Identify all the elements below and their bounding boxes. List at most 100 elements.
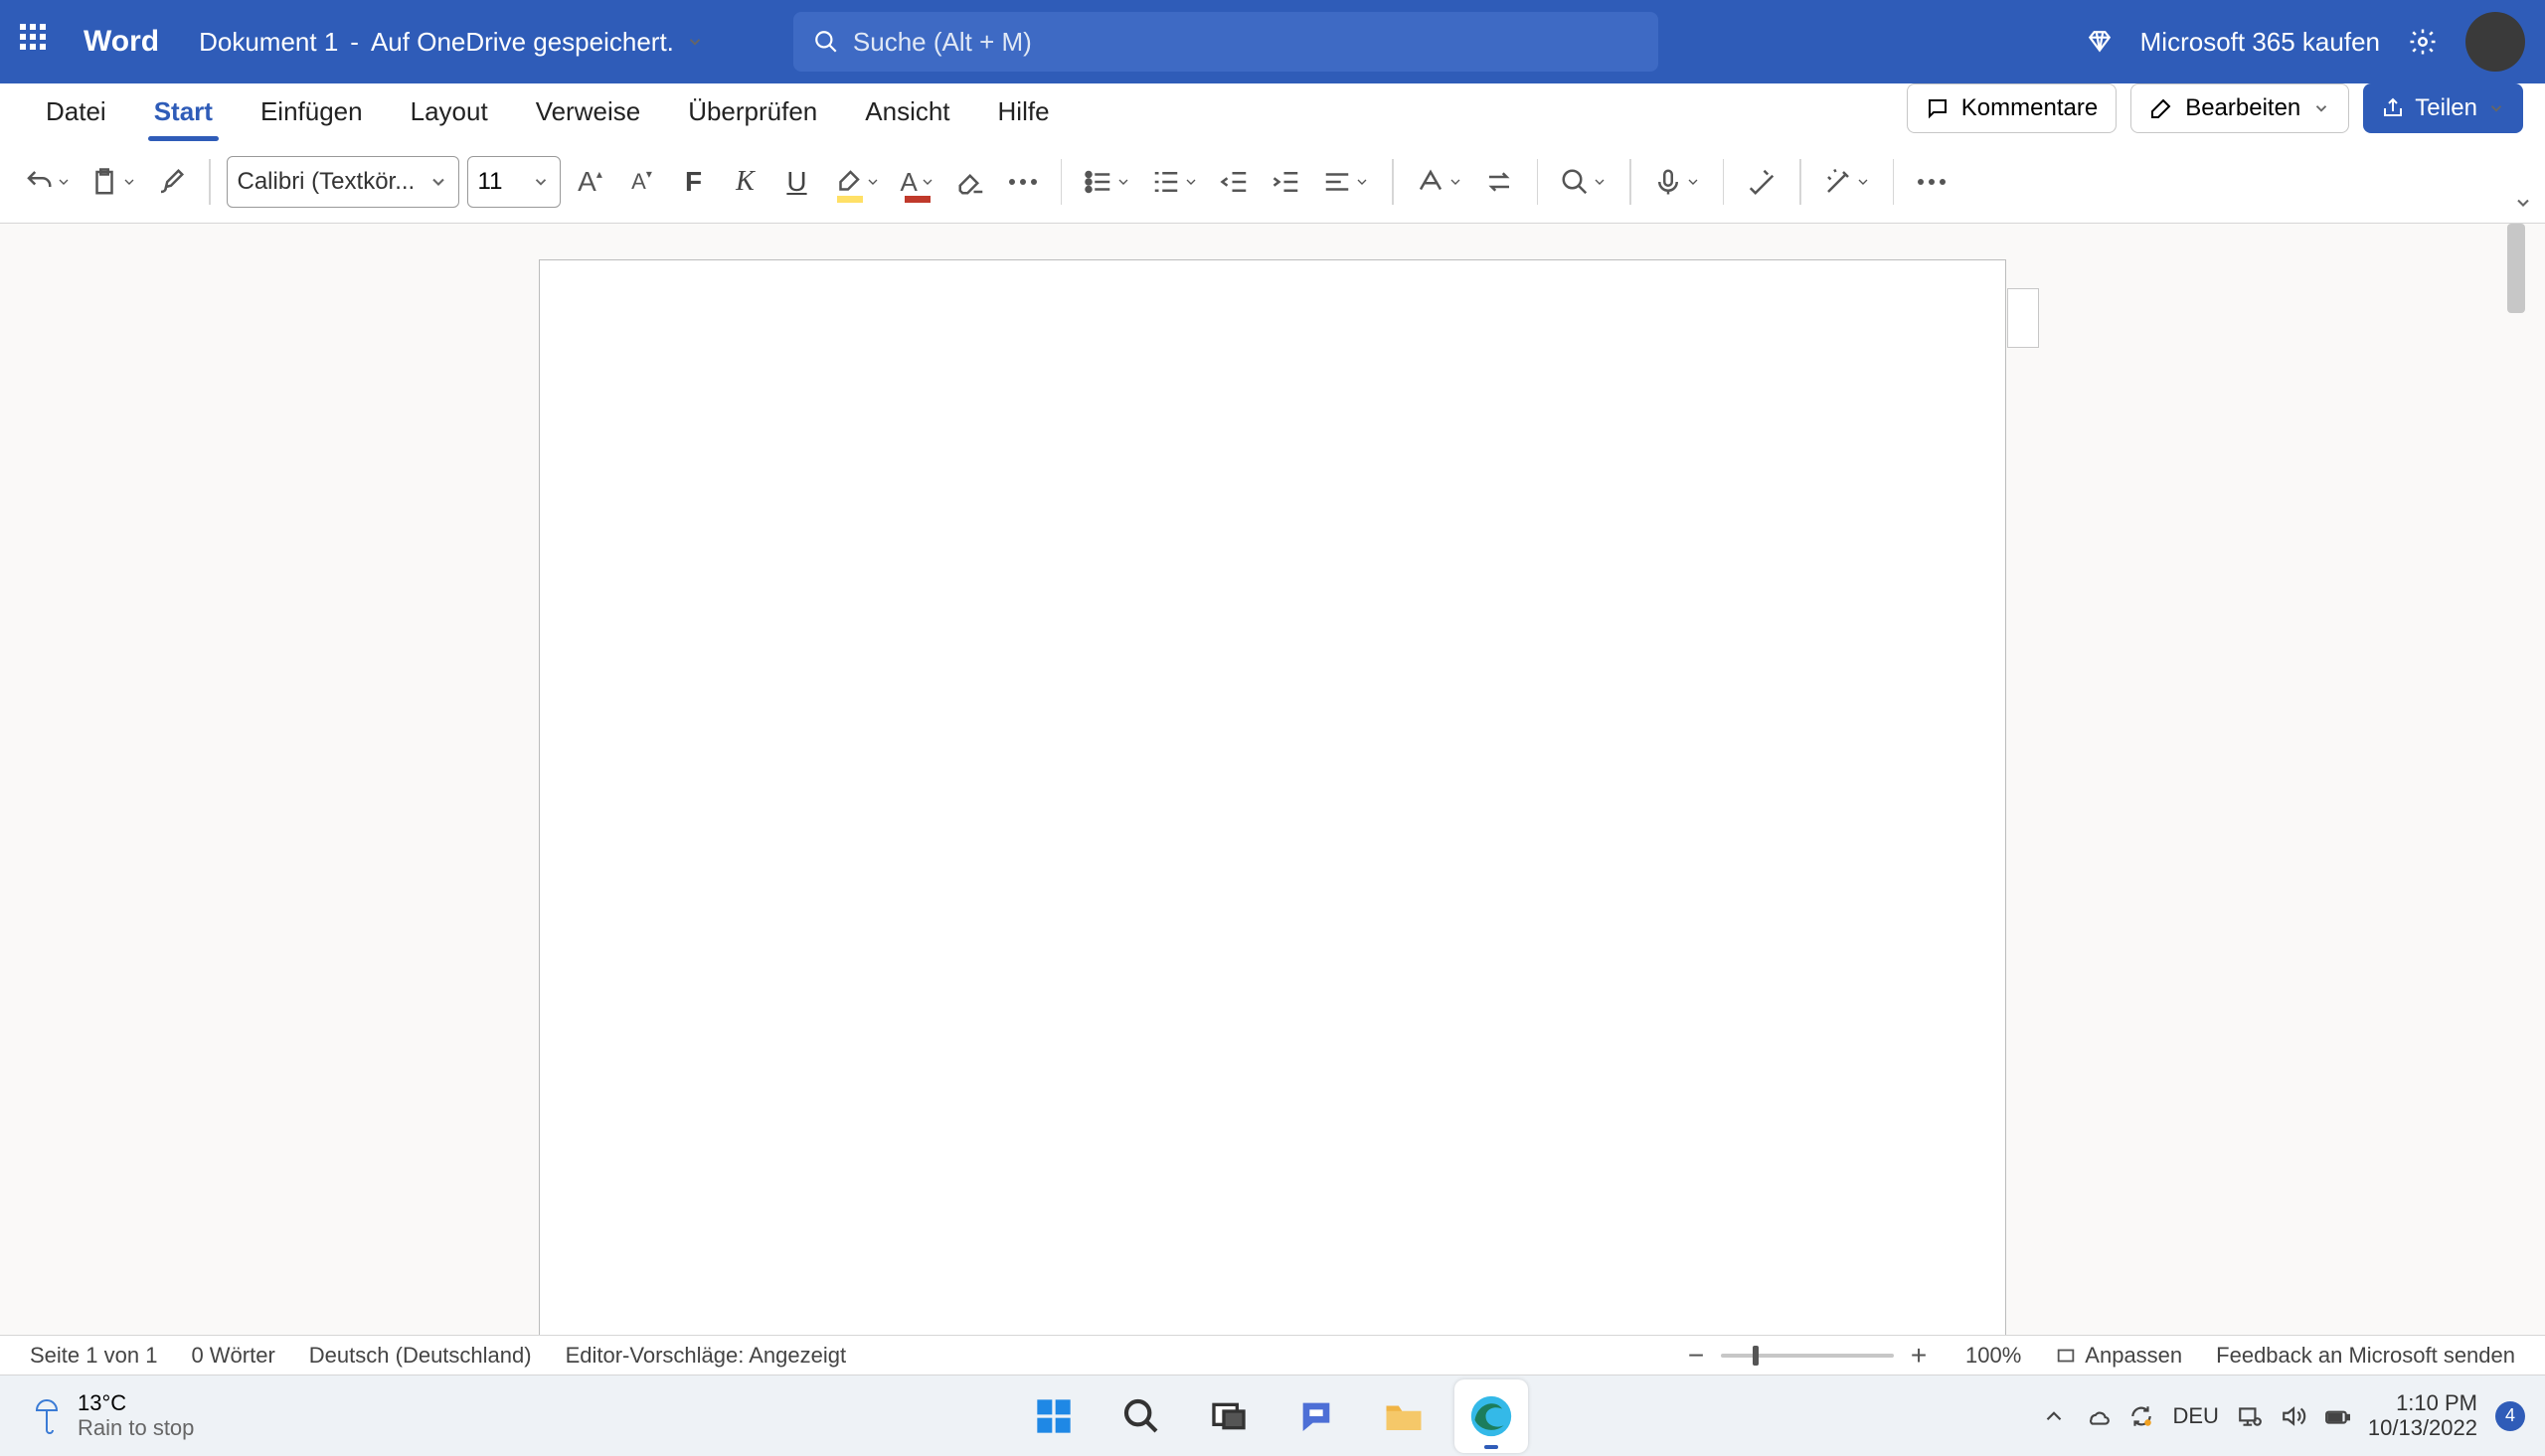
page-count[interactable]: Seite 1 von 1 (30, 1343, 157, 1369)
tab-datei[interactable]: Datei (22, 86, 130, 141)
share-icon (2381, 96, 2405, 120)
undo-button[interactable] (18, 155, 78, 209)
find-button[interactable] (1554, 155, 1613, 209)
collapse-ribbon-button[interactable] (2509, 189, 2537, 217)
word-count[interactable]: 0 Wörter (191, 1343, 274, 1369)
find-replace-button[interactable] (1477, 155, 1521, 209)
editor-button[interactable] (1740, 155, 1783, 209)
tab-start[interactable]: Start (130, 86, 237, 141)
chat-icon (1296, 1396, 1336, 1436)
clock[interactable]: 1:10 PM 10/13/2022 (2368, 1391, 2477, 1439)
task-view-button[interactable] (1192, 1379, 1266, 1453)
language-status[interactable]: Deutsch (Deutschland) (309, 1343, 532, 1369)
bold-button[interactable]: F (672, 155, 716, 209)
tab-hilfe[interactable]: Hilfe (974, 86, 1074, 141)
weather-temp: 13°C (78, 1391, 194, 1415)
designer-button[interactable] (1817, 155, 1877, 209)
feedback-link[interactable]: Feedback an Microsoft senden (2216, 1343, 2515, 1369)
chevron-down-icon[interactable] (121, 174, 137, 190)
edge-browser-button[interactable] (1454, 1379, 1528, 1453)
tray-chevron-up-icon[interactable] (2041, 1403, 2067, 1429)
italic-button[interactable]: K (724, 155, 767, 209)
chat-button[interactable] (1279, 1379, 1353, 1453)
font-size-dropdown[interactable]: 11 (467, 156, 561, 208)
windows-icon (1034, 1396, 1074, 1436)
tab-verweise[interactable]: Verweise (512, 86, 665, 141)
weather-widget[interactable]: 13°C Rain to stop (30, 1391, 194, 1439)
underline-button[interactable]: U (775, 155, 819, 209)
format-painter-button[interactable] (149, 155, 193, 209)
styles-button[interactable] (1410, 155, 1469, 209)
doc-dropdown-icon[interactable] (686, 33, 704, 51)
clear-formatting-button[interactable] (949, 155, 993, 209)
search-input[interactable]: Suche (Alt + M) (793, 12, 1658, 72)
zoom-in-button[interactable]: + (1906, 1343, 1932, 1369)
chevron-down-icon[interactable] (1447, 174, 1463, 190)
page-side-tab[interactable] (2007, 288, 2039, 348)
zoom-slider-thumb[interactable] (1753, 1346, 1759, 1366)
highlight-color-button[interactable] (827, 155, 887, 209)
decrease-indent-button[interactable] (1213, 155, 1257, 209)
chevron-down-icon[interactable] (920, 174, 935, 190)
fit-to-window-button[interactable]: Anpassen (2055, 1343, 2182, 1369)
teilen-label: Teilen (2415, 94, 2477, 122)
vertical-scrollbar[interactable] (2507, 224, 2525, 1335)
notification-badge[interactable]: 4 (2495, 1401, 2525, 1431)
paste-button[interactable] (84, 155, 143, 209)
buy-microsoft-365-link[interactable]: Microsoft 365 kaufen (2140, 27, 2380, 58)
battery-icon[interactable] (2324, 1403, 2350, 1429)
bullet-list-button[interactable] (1078, 155, 1137, 209)
chevron-down-icon[interactable] (1685, 174, 1701, 190)
more-font-options-button[interactable] (1001, 155, 1045, 209)
keyboard-language[interactable]: DEU (2172, 1403, 2218, 1429)
font-color-button[interactable]: A (895, 155, 941, 209)
settings-gear-icon[interactable] (2408, 27, 2438, 57)
more-ribbon-button[interactable] (1910, 155, 1953, 209)
align-button[interactable] (1316, 155, 1376, 209)
document-name[interactable]: Dokument 1 (199, 27, 338, 58)
chevron-down-icon[interactable] (1592, 174, 1608, 190)
search-taskbar-button[interactable] (1104, 1379, 1178, 1453)
styles-icon (1416, 167, 1445, 197)
onedrive-icon[interactable] (2085, 1403, 2111, 1429)
editor-status[interactable]: Editor-Vorschläge: Angezeigt (566, 1343, 847, 1369)
network-icon[interactable] (2237, 1403, 2263, 1429)
numbered-list-button[interactable] (1145, 155, 1205, 209)
tab-einfuegen[interactable]: Einfügen (237, 86, 387, 141)
grow-font-button[interactable]: A▴ (569, 155, 612, 209)
tab-ansicht[interactable]: Ansicht (841, 86, 973, 141)
font-name-dropdown[interactable]: Calibri (Textkör... (227, 156, 459, 208)
document-page[interactable] (539, 259, 2006, 1335)
kommentare-button[interactable]: Kommentare (1907, 83, 2117, 133)
file-explorer-button[interactable] (1367, 1379, 1441, 1453)
scrollbar-thumb[interactable] (2507, 224, 2525, 313)
increase-indent-button[interactable] (1265, 155, 1308, 209)
tab-layout[interactable]: Layout (387, 86, 512, 141)
volume-icon[interactable] (2281, 1403, 2306, 1429)
chevron-down-icon[interactable] (1354, 174, 1370, 190)
app-launcher-icon[interactable] (20, 24, 56, 60)
tab-ueberpruefen[interactable]: Überprüfen (664, 86, 841, 141)
dictate-button[interactable] (1647, 155, 1707, 209)
zoom-level[interactable]: 100% (1965, 1343, 2021, 1369)
zoom-out-button[interactable]: − (1683, 1343, 1709, 1369)
shrink-font-button[interactable]: A▾ (620, 155, 664, 209)
chevron-down-icon[interactable] (1183, 174, 1199, 190)
start-menu-button[interactable] (1017, 1379, 1091, 1453)
weather-forecast: Rain to stop (78, 1416, 194, 1440)
chevron-down-icon[interactable] (56, 174, 72, 190)
zoom-slider[interactable] (1721, 1354, 1894, 1358)
chevron-down-icon[interactable] (865, 174, 881, 190)
bearbeiten-button[interactable]: Bearbeiten (2130, 83, 2349, 133)
document-canvas[interactable] (0, 224, 2545, 1335)
chevron-down-icon[interactable] (1115, 174, 1131, 190)
chevron-down-icon[interactable] (428, 172, 448, 192)
user-avatar[interactable] (2465, 12, 2525, 72)
ellipsis-icon (1918, 179, 1946, 185)
chevron-down-icon[interactable] (532, 173, 550, 191)
sync-icon[interactable] (2128, 1403, 2154, 1429)
anpassen-label: Anpassen (2085, 1343, 2182, 1369)
teilen-button[interactable]: Teilen (2363, 83, 2523, 133)
chevron-down-icon[interactable] (1855, 174, 1871, 190)
clipboard-icon (89, 167, 119, 197)
